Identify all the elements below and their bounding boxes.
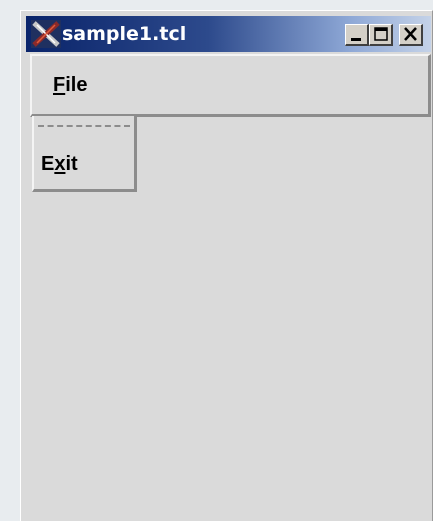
menu-exit-label-start: E bbox=[41, 153, 55, 175]
window-title: sample1.tcl bbox=[62, 23, 187, 45]
file-menu-dropdown: Exit bbox=[32, 116, 137, 192]
close-button[interactable] bbox=[399, 24, 423, 46]
tk-feather-icon bbox=[31, 20, 61, 48]
menu-file[interactable]: File bbox=[53, 73, 87, 97]
menu-exit-label-end: it bbox=[65, 153, 78, 175]
title-bar[interactable]: sample1.tcl bbox=[26, 16, 431, 52]
minimize-icon bbox=[351, 38, 361, 41]
minimize-button[interactable] bbox=[345, 24, 369, 46]
menu-file-mnemonic: F bbox=[53, 74, 66, 96]
close-icon bbox=[404, 27, 417, 41]
menu-exit-mnemonic: x bbox=[54, 153, 66, 175]
menu-bar: File bbox=[30, 54, 431, 117]
menu-file-label: ile bbox=[65, 74, 88, 96]
maximize-icon bbox=[374, 27, 388, 41]
app-window: sample1.tcl File Exit bbox=[20, 10, 433, 521]
maximize-button[interactable] bbox=[369, 24, 393, 46]
tearoff-line[interactable] bbox=[38, 125, 130, 127]
menu-item-exit[interactable]: Exit bbox=[41, 152, 78, 176]
